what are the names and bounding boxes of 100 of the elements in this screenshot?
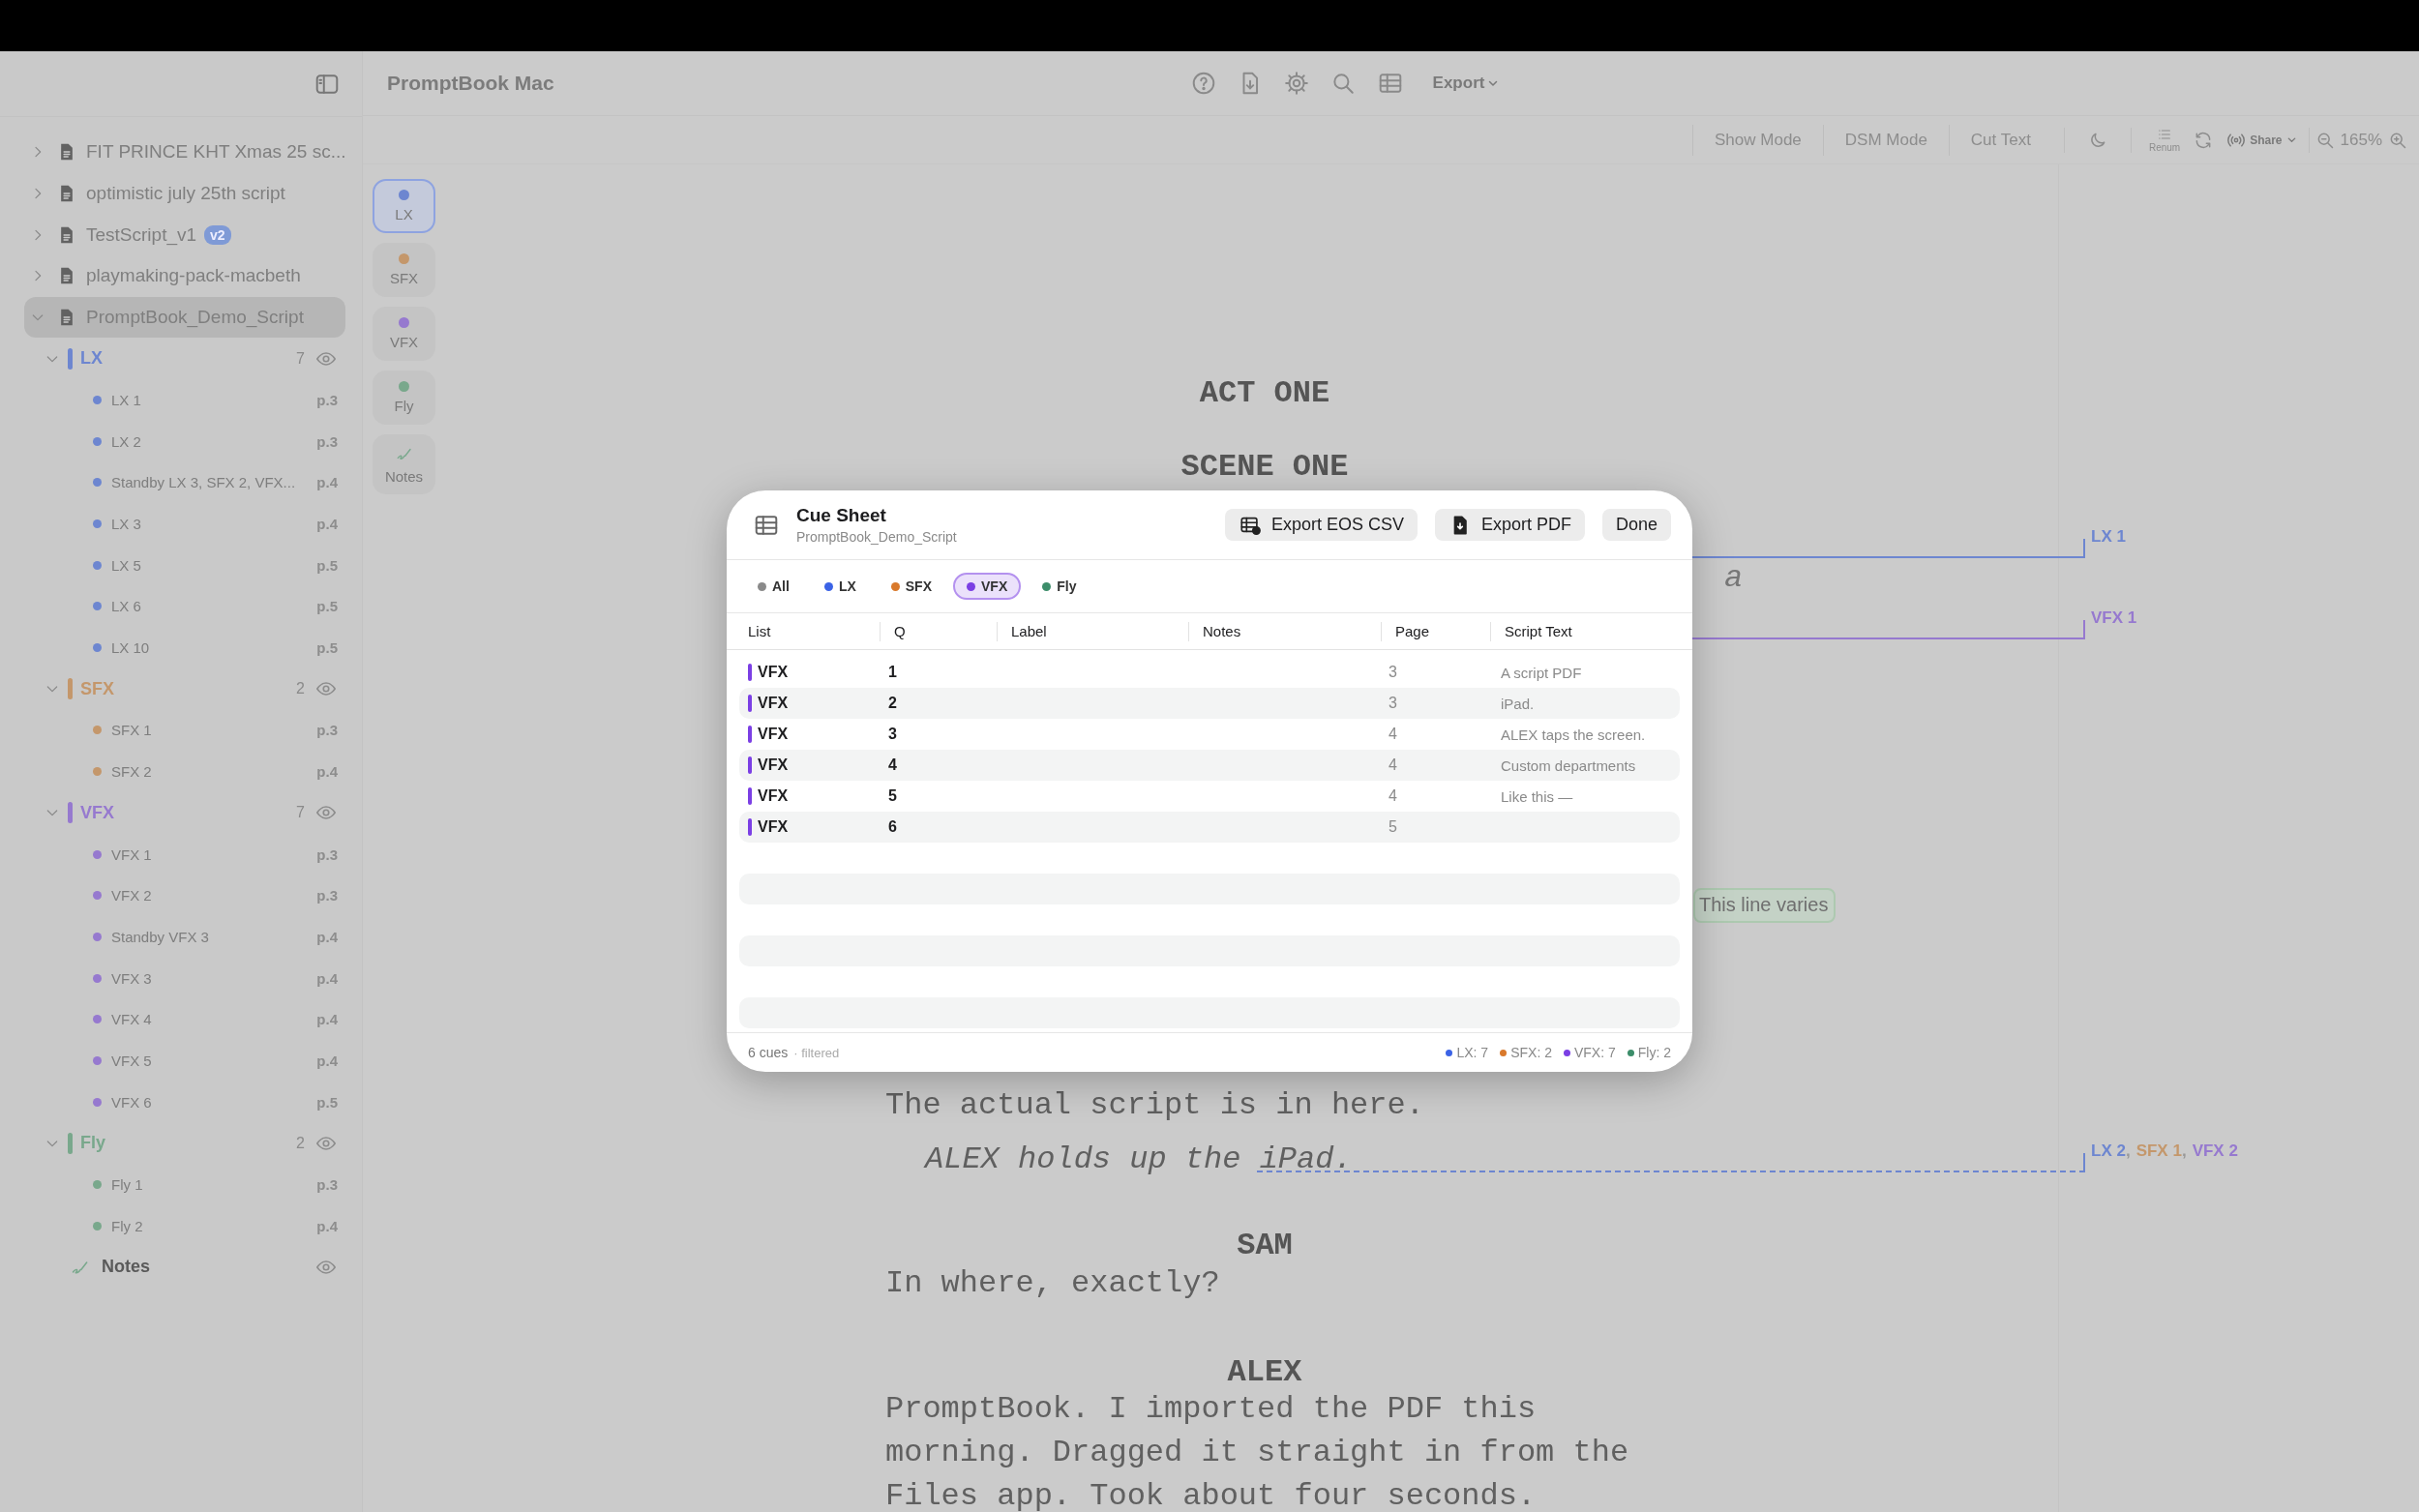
cue-label[interactable]: SFX 1 bbox=[2135, 1141, 2182, 1161]
column-header[interactable]: Page bbox=[1381, 621, 1490, 641]
cue-item[interactable]: LX 2 p.3 bbox=[24, 420, 345, 462]
cue-item[interactable]: Standby LX 3, SFX 2, VFX... p.4 bbox=[24, 461, 345, 504]
list-total: Fly: 2 bbox=[1637, 1045, 1671, 1060]
table-cell: VFX bbox=[758, 664, 789, 681]
cue-item[interactable]: Fly 1 p.3 bbox=[24, 1164, 345, 1205]
filter-chip[interactable]: All bbox=[744, 573, 803, 600]
chevron-down-icon bbox=[2285, 134, 2297, 145]
table-row[interactable]: VFX 1 3 A script PDF bbox=[739, 657, 1680, 688]
document-row[interactable]: FIT PRINCE KHT Xmas 25 sc... bbox=[24, 132, 345, 173]
column-header[interactable]: Script Text bbox=[1490, 621, 1680, 641]
column-header[interactable]: Notes bbox=[1188, 621, 1381, 641]
mode-button[interactable]: Show Mode bbox=[1692, 124, 1823, 156]
filter-chip[interactable]: VFX bbox=[953, 573, 1022, 600]
export-menu[interactable]: Export bbox=[1424, 74, 1500, 93]
table-row[interactable]: VFX 2 3 iPad. bbox=[739, 688, 1680, 719]
table-row[interactable]: VFX 6 5 bbox=[739, 812, 1680, 843]
table-cell: VFX bbox=[758, 695, 789, 712]
cue-item[interactable]: LX 1 p.3 bbox=[24, 379, 345, 421]
cue-label[interactable]: LX 1 bbox=[2091, 527, 2126, 547]
renum-button[interactable]: Renum bbox=[2142, 127, 2187, 153]
table-row[interactable]: VFX 4 4 Custom departments bbox=[739, 750, 1680, 781]
cue-count: 2 bbox=[296, 680, 305, 698]
cue-item[interactable]: VFX 4 p.4 bbox=[24, 998, 345, 1041]
cue-list-name[interactable]: Fly bbox=[80, 1133, 105, 1154]
cue-item[interactable]: LX 3 p.4 bbox=[24, 503, 345, 545]
table-cell-text: 5 bbox=[887, 787, 898, 805]
cue-count: 7 bbox=[296, 349, 305, 368]
column-header[interactable]: Label bbox=[997, 621, 1188, 641]
notes-label[interactable]: Notes bbox=[102, 1257, 150, 1278]
table-cell: VFX bbox=[758, 726, 789, 743]
cue-item[interactable]: LX 6 p.5 bbox=[24, 585, 345, 628]
cue-label[interactable]: LX 2 bbox=[2091, 1141, 2126, 1161]
document-name: optimistic july 25th script bbox=[86, 183, 285, 205]
list-color-bar bbox=[748, 818, 752, 836]
filter-chip[interactable]: SFX bbox=[877, 573, 945, 600]
version-badge: v2 bbox=[204, 224, 231, 245]
document-row[interactable]: TestScript_v1 v2 bbox=[24, 214, 345, 256]
cue-list-name[interactable]: SFX bbox=[80, 678, 114, 699]
list-color-bar bbox=[748, 664, 752, 681]
filter-chip[interactable]: LX bbox=[810, 573, 870, 600]
document-name: TestScript_v1 bbox=[86, 223, 197, 246]
table-cell-text: 4 bbox=[1388, 756, 1398, 774]
cue-list-name[interactable]: VFX bbox=[80, 802, 114, 823]
export-csv-button[interactable]: Export EOS CSV bbox=[1224, 509, 1418, 541]
table-cell-text: 2 bbox=[887, 695, 898, 712]
cue-count: 2 bbox=[296, 1134, 305, 1152]
table-cell: VFX bbox=[758, 787, 789, 805]
dialogue-text: PromptBook. I imported the PDF this morning. Dragged it straight in from the Files app. Took about four seconds. bbox=[885, 1390, 1630, 1512]
cue-item[interactable]: LX 5 p.5 bbox=[24, 544, 345, 586]
cue-item[interactable]: LX 10 p.5 bbox=[24, 627, 345, 668]
table-row[interactable]: VFX 3 4 ALEX taps the screen. bbox=[739, 719, 1680, 750]
cue-item[interactable]: SFX 1 p.3 bbox=[24, 709, 345, 752]
cue-label[interactable]: VFX 2 bbox=[2192, 1141, 2238, 1161]
list-toggle[interactable]: Fly bbox=[373, 371, 435, 425]
list-total: LX: 7 bbox=[1456, 1045, 1489, 1060]
table-cell: VFX bbox=[758, 756, 789, 774]
cue-list-name[interactable]: LX bbox=[80, 348, 103, 370]
column-header[interactable]: List bbox=[739, 621, 880, 641]
list-toggle[interactable]: SFX bbox=[373, 243, 435, 297]
column-header[interactable]: Q bbox=[880, 621, 997, 641]
character-name: SAM bbox=[1236, 1227, 1294, 1265]
scene-heading: ACT ONE bbox=[1198, 374, 1331, 413]
app-title: PromptBook Mac bbox=[387, 72, 555, 95]
table-cell-text: 4 bbox=[887, 756, 898, 774]
cue-item[interactable]: VFX 3 p.4 bbox=[24, 957, 345, 999]
mode-button[interactable]: DSM Mode bbox=[1822, 124, 1949, 156]
dialog-subtitle: PromptBook_Demo_Script bbox=[796, 529, 957, 545]
scene-heading: SCENE ONE bbox=[1180, 448, 1350, 487]
cue-item[interactable]: Standby VFX 3 p.4 bbox=[24, 916, 345, 958]
table-cell-text: Custom departments bbox=[1500, 756, 1637, 774]
cue-label[interactable]: VFX 1 bbox=[2091, 608, 2137, 628]
cue-item[interactable]: VFX 6 p.5 bbox=[24, 1081, 345, 1123]
cue-item[interactable]: VFX 2 p.3 bbox=[24, 875, 345, 917]
share-menu[interactable]: Share bbox=[2221, 130, 2303, 150]
table-row[interactable]: VFX 5 4 Like this — bbox=[739, 781, 1680, 812]
cue-count: 6 cues bbox=[748, 1045, 789, 1060]
settings-icon[interactable] bbox=[1283, 71, 1309, 96]
list-total: VFX: 7 bbox=[1573, 1045, 1616, 1060]
note-tag[interactable]: This line varies bbox=[1693, 888, 1837, 923]
export-pdf-button[interactable]: Export PDF bbox=[1434, 509, 1585, 541]
filter-chip[interactable]: Fly bbox=[1029, 573, 1090, 600]
zoom-level: 165% bbox=[2340, 130, 2382, 150]
notes-toggle[interactable]: Notes bbox=[373, 434, 435, 494]
mode-button[interactable]: Cut Text bbox=[1948, 124, 2052, 156]
done-button[interactable]: Done bbox=[1601, 509, 1671, 541]
document-row[interactable]: optimistic july 25th script bbox=[24, 172, 345, 215]
list-toggle[interactable]: VFX bbox=[373, 307, 435, 361]
filter-note: · filtered bbox=[793, 1045, 840, 1060]
list-toggle[interactable]: LX bbox=[373, 179, 435, 233]
help-icon[interactable] bbox=[1190, 71, 1216, 96]
dialogue-text: In where, exactly? bbox=[885, 1264, 1221, 1303]
cue-item[interactable]: VFX 1 p.3 bbox=[24, 833, 345, 875]
dialog-title: Cue Sheet bbox=[796, 505, 887, 526]
cue-item[interactable]: Fly 2 p.4 bbox=[24, 1204, 345, 1247]
cue-item[interactable]: SFX 2 p.4 bbox=[24, 751, 345, 792]
cue-item[interactable]: VFX 5 p.4 bbox=[24, 1040, 345, 1082]
document-row[interactable]: playmaking-pack-macbeth bbox=[24, 255, 345, 297]
table-cell-text: A script PDF bbox=[1500, 664, 1583, 681]
